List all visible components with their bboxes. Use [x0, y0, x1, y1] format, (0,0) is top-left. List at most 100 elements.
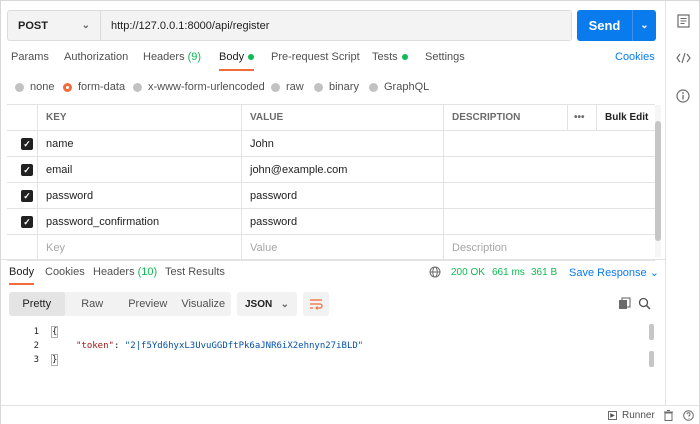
- format-select[interactable]: JSON ⌄: [237, 292, 297, 316]
- bulk-edit-button[interactable]: Bulk Edit: [596, 105, 655, 130]
- tab-body[interactable]: Body: [219, 51, 255, 71]
- response-tab-headers[interactable]: Headers (10): [93, 266, 157, 278]
- tab-label: Test Results: [165, 266, 225, 278]
- tab-tests[interactable]: Tests: [372, 51, 408, 71]
- view-preview-button[interactable]: Preview: [120, 292, 176, 316]
- info-icon[interactable]: [675, 88, 691, 104]
- key-placeholder[interactable]: Key: [37, 235, 241, 260]
- send-button[interactable]: Send ⌄: [577, 10, 656, 41]
- key-cell[interactable]: name: [37, 131, 241, 156]
- radio-x-www-form-urlencoded[interactable]: x-www-form-urlencoded: [133, 81, 265, 93]
- scrollbar-thumb[interactable]: [655, 121, 661, 241]
- more-options-icon[interactable]: •••: [567, 105, 596, 130]
- cookies-link[interactable]: Cookies: [615, 51, 655, 63]
- value-cell[interactable]: john@example.com: [241, 157, 443, 182]
- value-cell[interactable]: John: [241, 131, 443, 156]
- tab-label: Cookies: [45, 266, 85, 278]
- radio-circle-icon: [15, 82, 24, 92]
- help-icon[interactable]: [683, 410, 694, 421]
- tab-pre-request-script[interactable]: Pre-request Script: [271, 51, 360, 71]
- radio-label: x-www-form-urlencoded: [148, 81, 265, 93]
- play-icon: ▶: [608, 411, 617, 420]
- row-checkbox[interactable]: ✓: [21, 190, 33, 202]
- row-checkbox[interactable]: ✓: [21, 138, 33, 150]
- runner-button[interactable]: ▶ Runner: [608, 410, 655, 421]
- response-tab-test-results[interactable]: Test Results: [165, 266, 225, 278]
- view-visualize-button[interactable]: Visualize: [176, 292, 232, 316]
- pane-divider[interactable]: [1, 259, 665, 260]
- code-snippet-icon[interactable]: [675, 50, 691, 66]
- radio-label: form-data: [78, 81, 126, 93]
- chevron-down-icon: ⌄: [81, 20, 90, 31]
- tab-label: Pre-request Script: [271, 51, 360, 63]
- chevron-down-icon: ⌄: [280, 298, 289, 310]
- tab-count: (10): [137, 266, 158, 278]
- wrap-lines-icon: [310, 299, 323, 310]
- status-bar: ▶ Runner: [1, 405, 699, 424]
- tab-settings[interactable]: Settings: [425, 51, 465, 71]
- response-tab-body[interactable]: Body: [9, 266, 35, 285]
- runner-label: Runner: [622, 410, 655, 421]
- description-cell[interactable]: [443, 131, 655, 156]
- radio-circle-icon: [63, 82, 72, 92]
- tab-params[interactable]: Params: [11, 51, 49, 71]
- radio-label: raw: [286, 81, 304, 93]
- status-dot-icon: [401, 54, 408, 61]
- description-cell[interactable]: [443, 209, 655, 234]
- wrap-lines-button[interactable]: [303, 292, 329, 316]
- tab-label: Authorization: [64, 51, 129, 63]
- url-input[interactable]: http://127.0.0.1:8000/api/register: [101, 11, 571, 40]
- tab-authorization[interactable]: Authorization: [64, 51, 128, 71]
- copy-icon[interactable]: [618, 297, 631, 310]
- method-select[interactable]: POST ⌄: [8, 11, 101, 40]
- value-cell[interactable]: password: [241, 209, 443, 234]
- request-url-bar: POST ⌄ http://127.0.0.1:8000/api/registe…: [7, 10, 572, 41]
- value-placeholder[interactable]: Value: [241, 235, 443, 260]
- description-cell[interactable]: [443, 183, 655, 208]
- tab-label: Headers: [143, 51, 185, 63]
- view-raw-button[interactable]: Raw: [65, 292, 121, 316]
- table-row: ✓ password_confirmation password: [7, 209, 655, 235]
- code-scrollbar-thumb[interactable]: [649, 351, 654, 367]
- save-response-label: Save Response: [569, 267, 647, 279]
- key-cell[interactable]: email: [37, 157, 241, 182]
- view-mode-group: Pretty Raw Preview Visualize: [9, 292, 231, 316]
- code-line-token: "token": "2|f5Yd6hyxL3UvuGGDftPk6aJNR6iX…: [76, 341, 363, 351]
- save-response-button[interactable]: Save Response ⌄: [569, 266, 659, 279]
- description-cell[interactable]: [443, 157, 655, 182]
- key-cell[interactable]: password_confirmation: [37, 209, 241, 234]
- description-placeholder[interactable]: Description: [443, 235, 655, 260]
- search-icon[interactable]: [638, 297, 651, 310]
- table-row: ✓ email john@example.com: [7, 157, 655, 183]
- response-tab-cookies[interactable]: Cookies: [45, 266, 85, 278]
- tab-headers[interactable]: Headers (9): [143, 51, 201, 71]
- column-header-value: VALUE: [241, 105, 443, 130]
- row-checkbox[interactable]: ✓: [21, 216, 33, 228]
- documentation-icon[interactable]: [675, 13, 691, 29]
- table-row: ✓ password password: [7, 183, 655, 209]
- row-checkbox[interactable]: ✓: [21, 164, 33, 176]
- code-scrollbar-thumb[interactable]: [649, 324, 654, 340]
- globe-icon[interactable]: [429, 266, 441, 278]
- tab-label: Body: [219, 51, 245, 63]
- radio-none[interactable]: none: [15, 81, 54, 93]
- send-options-chevron-icon[interactable]: ⌄: [632, 10, 656, 41]
- key-cell[interactable]: password: [37, 183, 241, 208]
- chevron-down-icon: ⌄: [649, 267, 659, 279]
- radio-binary[interactable]: binary: [314, 81, 359, 93]
- table-scrollbar[interactable]: [655, 105, 661, 257]
- send-label: Send: [588, 18, 621, 33]
- radio-raw[interactable]: raw: [271, 81, 304, 93]
- radio-circle-icon: [314, 82, 323, 92]
- radio-graphql[interactable]: GraphQL: [369, 81, 429, 93]
- table-row: ✓ name John: [7, 131, 655, 157]
- value-cell[interactable]: password: [241, 183, 443, 208]
- radio-form-data[interactable]: form-data: [63, 81, 125, 93]
- json-colon: :: [113, 341, 125, 351]
- tab-label: Params: [11, 51, 49, 63]
- method-label: POST: [18, 19, 48, 32]
- response-time: 661 ms: [492, 267, 525, 278]
- view-pretty-button[interactable]: Pretty: [9, 292, 65, 316]
- trash-icon[interactable]: [663, 410, 674, 421]
- postman-window: POST ⌄ http://127.0.0.1:8000/api/registe…: [0, 0, 700, 424]
